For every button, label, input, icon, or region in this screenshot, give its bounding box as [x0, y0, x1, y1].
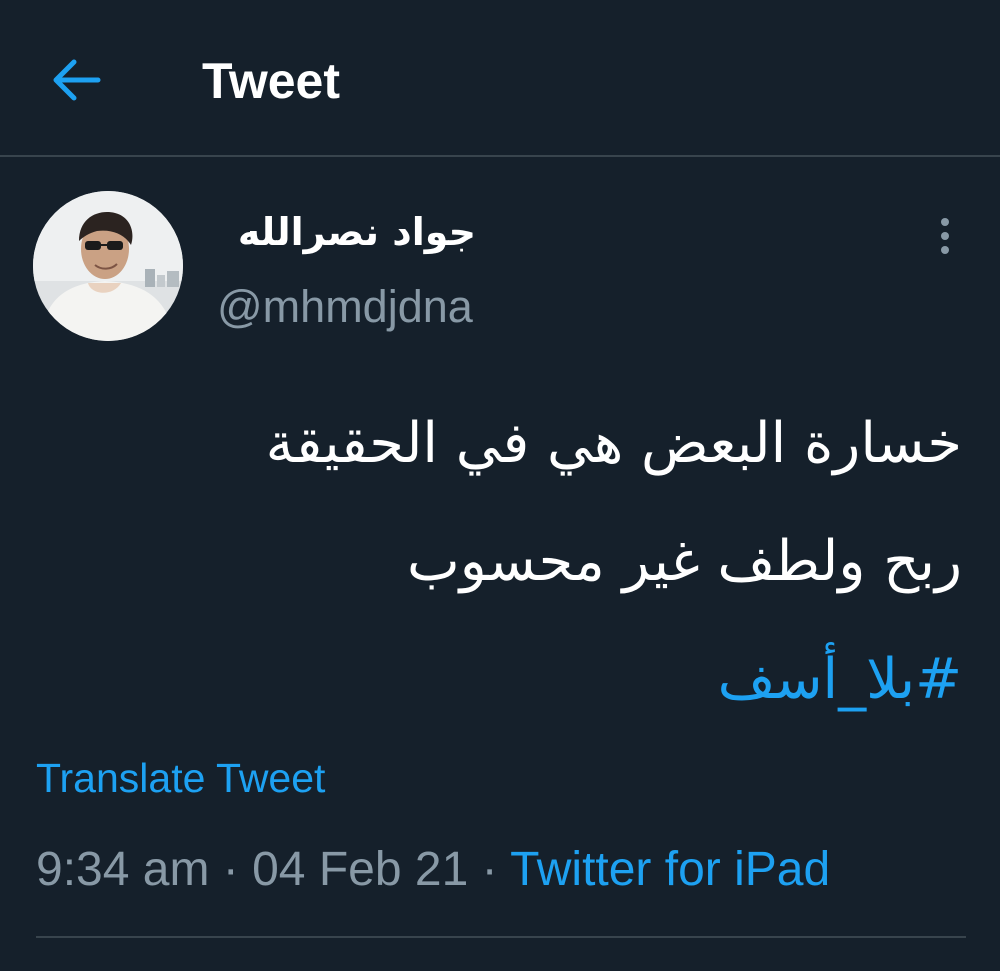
more-options-button[interactable]	[928, 212, 962, 260]
top-bar: Tweet	[0, 0, 1000, 157]
meta-separator: ·	[468, 843, 511, 896]
profile-photo	[33, 191, 183, 341]
back-button[interactable]	[46, 52, 106, 108]
arrow-left-icon	[53, 59, 101, 101]
author-handle[interactable]: @mhmdjdna	[217, 278, 473, 336]
vertical-ellipsis-icon	[941, 232, 949, 240]
tweet-source-link[interactable]: Twitter for iPad	[510, 843, 830, 896]
tweet-text: خسارة البعض هي في الحقيقة ربح ولطف غير م…	[62, 385, 962, 739]
divider	[36, 936, 966, 938]
vertical-ellipsis-icon	[941, 218, 949, 226]
vertical-ellipsis-icon	[941, 246, 949, 254]
author-display-name[interactable]: جواد نصرالله	[238, 204, 476, 260]
meta-separator: ·	[209, 843, 253, 896]
tweet-date: 04 Feb 21	[252, 843, 469, 896]
hashtag-link[interactable]: #بلا_أسف	[62, 621, 962, 739]
page-title: Tweet	[202, 53, 340, 109]
tweet-metadata: 9:34 am · 04 Feb 21 · Twitter for iPad	[36, 840, 830, 900]
tweet-line: خسارة البعض هي في الحقيقة	[265, 411, 962, 476]
translate-tweet-link[interactable]: Translate Tweet	[36, 752, 325, 804]
tweet-line: ربح ولطف غير محسوب	[406, 529, 962, 594]
avatar[interactable]	[33, 191, 183, 341]
tweet-time: 9:34 am	[36, 843, 210, 896]
